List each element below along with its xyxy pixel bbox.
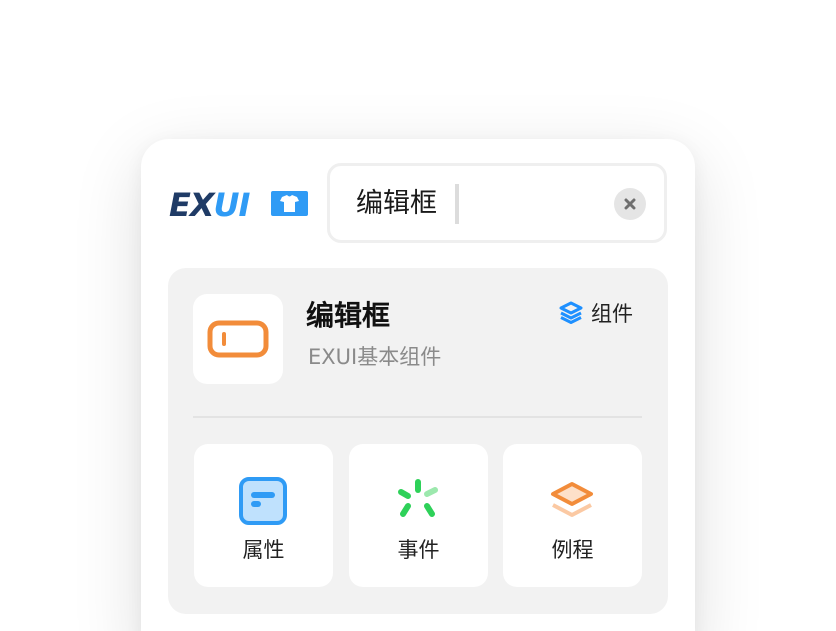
examples-label: 例程 xyxy=(551,538,594,562)
properties-label: 属性 xyxy=(242,538,285,562)
properties-icon xyxy=(238,476,288,526)
exui-logo: EXUI xyxy=(169,188,308,218)
divider xyxy=(193,416,642,418)
clear-search-button[interactable] xyxy=(614,188,646,220)
examples-icon xyxy=(547,476,597,526)
component-thumbnail[interactable] xyxy=(193,294,283,384)
search-box[interactable]: 编辑框 xyxy=(327,163,667,243)
close-icon xyxy=(624,198,636,210)
component-subtitle: EXUI基本组件 xyxy=(308,345,442,369)
search-input[interactable]: 编辑框 xyxy=(356,186,437,222)
properties-button[interactable]: 属性 xyxy=(194,444,333,587)
editbox-icon xyxy=(207,320,269,358)
svg-text:EXUI: EXUI xyxy=(169,188,251,218)
layers-icon xyxy=(559,301,583,324)
examples-button[interactable]: 例程 xyxy=(503,444,642,587)
events-label: 事件 xyxy=(397,538,440,562)
badge-label: 组件 xyxy=(591,302,633,326)
text-caret xyxy=(455,184,459,224)
component-badge: 组件 xyxy=(559,298,633,328)
component-title: 编辑框 xyxy=(306,299,391,332)
events-icon xyxy=(393,476,443,526)
events-button[interactable]: 事件 xyxy=(349,444,488,587)
